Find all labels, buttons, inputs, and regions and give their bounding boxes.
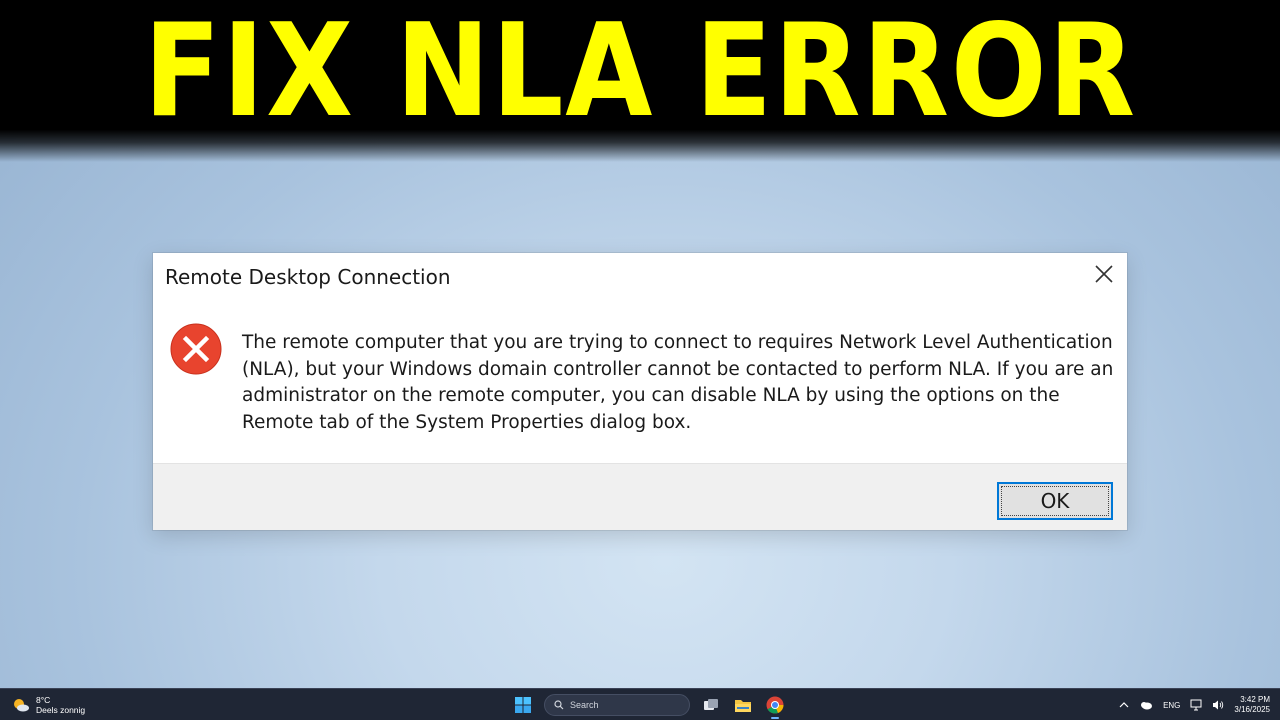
taskbar-center: Search — [512, 693, 786, 719]
chrome-button[interactable] — [764, 694, 786, 719]
language-indicator[interactable]: ENG — [1163, 701, 1180, 710]
file-explorer-icon — [735, 699, 751, 712]
dialog-footer: OK — [153, 463, 1127, 530]
start-button[interactable] — [512, 694, 534, 716]
dialog-title: Remote Desktop Connection — [165, 265, 451, 289]
close-button[interactable] — [1089, 259, 1119, 289]
volume-icon[interactable] — [1212, 699, 1224, 711]
ok-button[interactable]: OK — [997, 482, 1113, 520]
clock-date: 3/16/2025 — [1234, 705, 1270, 714]
task-view-icon — [704, 699, 718, 710]
error-icon — [170, 323, 222, 375]
weather-temperature: 8°C — [36, 695, 51, 705]
windows-start-icon — [515, 697, 531, 713]
taskbar-search[interactable]: Search — [544, 694, 690, 716]
close-icon — [1095, 265, 1113, 283]
weather-condition: Deels zonnig — [36, 705, 86, 715]
banner-title: FIX NLA ERROR — [143, 0, 1137, 146]
remote-desktop-error-dialog: Remote Desktop Connection The remote com… — [153, 253, 1127, 530]
partly-sunny-icon — [14, 699, 29, 712]
clock-time: 3:42 PM — [1240, 695, 1270, 704]
cloud-icon[interactable] — [1139, 700, 1153, 710]
taskbar: 8°C Deels zonnig Search ENG 3:42 PM 3/16… — [0, 688, 1280, 720]
chevron-up-icon[interactable] — [1119, 701, 1129, 709]
task-view-button[interactable] — [700, 694, 722, 716]
chrome-icon — [766, 696, 784, 714]
network-icon[interactable] — [1190, 699, 1202, 711]
error-message: The remote computer that you are trying … — [242, 332, 1114, 433]
search-icon — [554, 700, 564, 710]
clock[interactable]: 3:42 PM 3/16/2025 — [1234, 695, 1270, 715]
title-banner: FIX NLA ERROR — [0, 0, 1280, 162]
weather-widget[interactable]: 8°C Deels zonnig — [12, 694, 85, 716]
system-tray: ENG 3:42 PM 3/16/2025 — [1119, 693, 1270, 717]
file-explorer-button[interactable] — [732, 694, 754, 716]
search-placeholder: Search — [570, 700, 599, 710]
